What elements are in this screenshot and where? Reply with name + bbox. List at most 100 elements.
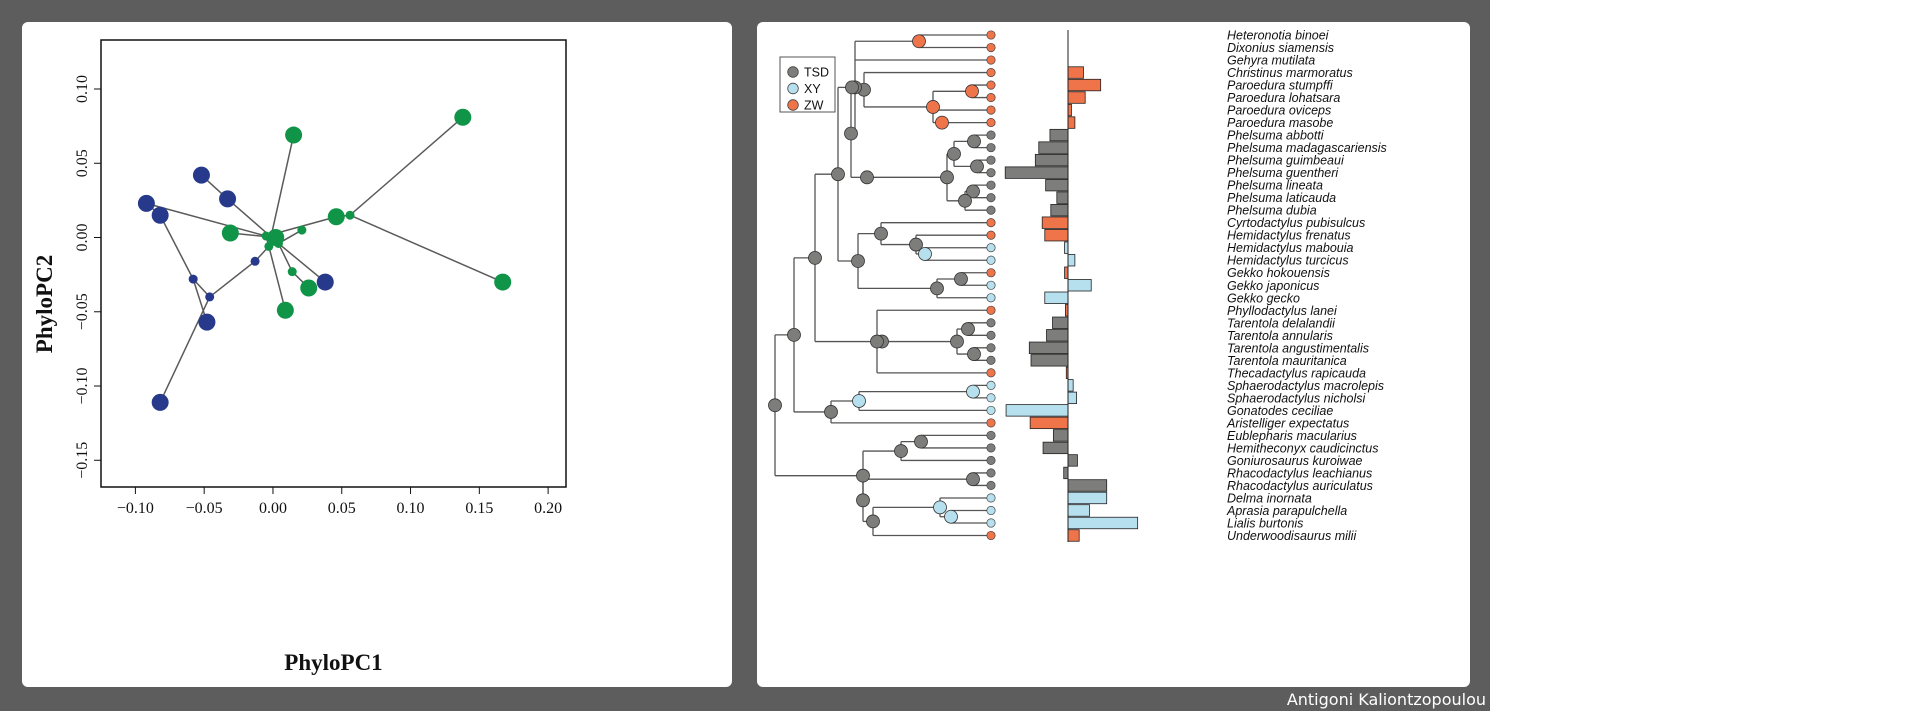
figure-backdrop: −0.10 −0.05 0.00 0.05 0.10 0.15 0.20 −0.15 −0.10… — [0, 0, 1490, 711]
data-point — [273, 238, 283, 248]
tip-state-marker — [986, 243, 996, 253]
legend-swatch — [787, 82, 799, 95]
species-bar — [1067, 529, 1080, 542]
species-bar — [1067, 379, 1074, 392]
species-bar — [1028, 341, 1069, 354]
data-point — [219, 190, 237, 208]
tip-state-marker — [986, 430, 996, 440]
x-tick-label: −0.05 — [186, 500, 223, 517]
tip-state-marker — [986, 93, 996, 103]
tip-state-marker — [986, 393, 996, 403]
ancestral-state-pie — [894, 444, 908, 458]
tip-state-marker — [986, 230, 996, 240]
y-tick-label: 0.10 — [74, 75, 91, 103]
tree-edge — [209, 260, 256, 298]
ancestral-state-pie — [958, 193, 972, 208]
data-point — [327, 208, 345, 226]
tip-state-marker — [986, 30, 996, 40]
ancestral-state-pie — [966, 472, 980, 487]
data-point — [300, 279, 318, 297]
data-point — [276, 301, 294, 319]
ancestral-state-pie — [856, 493, 870, 508]
species-bar — [1052, 429, 1069, 442]
tip-state-marker — [986, 468, 996, 478]
tip-state-marker — [986, 455, 996, 465]
tip-state-marker — [986, 268, 996, 278]
tip-state-marker — [986, 368, 996, 378]
data-point — [345, 210, 355, 220]
ancestral-state-pie — [831, 167, 845, 182]
species-bar — [1049, 128, 1069, 142]
data-point — [192, 166, 210, 184]
tip-state-marker — [986, 130, 996, 140]
species-bar — [1067, 254, 1076, 267]
ancestral-state-pie — [787, 328, 801, 342]
tip-state-marker — [986, 67, 996, 78]
ancestral-state-pie — [852, 394, 866, 408]
tip-state-marker — [986, 155, 996, 165]
species-bar — [1067, 479, 1108, 492]
ancestral-state-pie — [954, 272, 968, 286]
species-bar — [1067, 103, 1072, 117]
species-bar — [1034, 153, 1069, 167]
tip-state-marker — [986, 518, 996, 528]
ancestral-state-pie — [874, 226, 888, 241]
species-bar — [1045, 178, 1069, 192]
tip-state-marker — [986, 493, 996, 503]
legend-label: XY — [804, 82, 821, 96]
tip-state-marker — [986, 293, 996, 303]
data-point — [287, 267, 297, 277]
data-point — [198, 313, 216, 331]
tree-edge — [159, 296, 211, 403]
ancestral-state-pie — [930, 281, 944, 296]
species-bar — [1067, 91, 1086, 104]
tip-state-marker — [986, 80, 996, 90]
legend-swatch — [787, 99, 799, 111]
phylomorphospace-plot: −0.10 −0.05 0.00 0.05 0.10 0.15 0.20 −0.15 −0.10… — [32, 39, 567, 675]
tip-state-marker — [986, 118, 996, 128]
species-bar — [1067, 116, 1076, 129]
species-bar — [1052, 316, 1069, 329]
phylogeny-bar-plot: Heteronotia binoeiDixonius siamensisGehy… — [768, 29, 1387, 543]
data-point — [297, 225, 307, 235]
species-bar — [1050, 204, 1069, 217]
tree-edge — [349, 214, 504, 283]
y-axis-title: PhyloPC2 — [32, 255, 57, 353]
tree-edge — [277, 242, 326, 283]
phylomorphospace-panel: −0.10 −0.05 0.00 0.05 0.10 0.15 0.20 −0.15 −0.10… — [22, 22, 732, 687]
species-bar — [1067, 516, 1139, 530]
ancestral-state-pie — [933, 500, 947, 515]
x-tick-label: 0.05 — [328, 500, 356, 517]
data-point — [316, 273, 334, 291]
species-bar — [1067, 491, 1108, 505]
y-tick-label: −0.10 — [74, 368, 91, 405]
data-point — [221, 224, 239, 242]
data-point — [151, 393, 169, 411]
tip-state-marker — [986, 318, 996, 328]
species-bar — [1004, 166, 1069, 179]
species-bar — [1044, 229, 1069, 242]
species-bar — [1064, 241, 1069, 254]
tip-state-marker — [986, 480, 996, 490]
ancestral-state-pie — [870, 334, 884, 349]
ancestral-state-pie — [944, 509, 958, 524]
data-point — [151, 206, 169, 224]
tip-state-marker — [986, 205, 996, 215]
tip-state-marker — [986, 443, 996, 453]
tree-edge — [349, 116, 464, 216]
author-credit: Antigoni Kaliontzopoulou — [1286, 690, 1486, 709]
tip-state-marker — [986, 355, 996, 365]
species-bar — [1056, 191, 1069, 204]
species-label: Underwoodisaurus milii — [1227, 529, 1357, 543]
x-tick-label: 0.15 — [465, 500, 493, 517]
ancestral-state-pie — [926, 100, 940, 114]
data-point — [205, 292, 215, 302]
species-bar — [1029, 416, 1069, 430]
species-bar — [1063, 466, 1069, 480]
ancestral-state-pie — [856, 468, 870, 483]
ancestral-state-pie — [940, 170, 954, 185]
ancestral-state-pie — [860, 170, 874, 185]
species-bar — [1067, 454, 1078, 467]
data-point — [494, 273, 512, 291]
ancestral-state-pie — [950, 334, 964, 349]
